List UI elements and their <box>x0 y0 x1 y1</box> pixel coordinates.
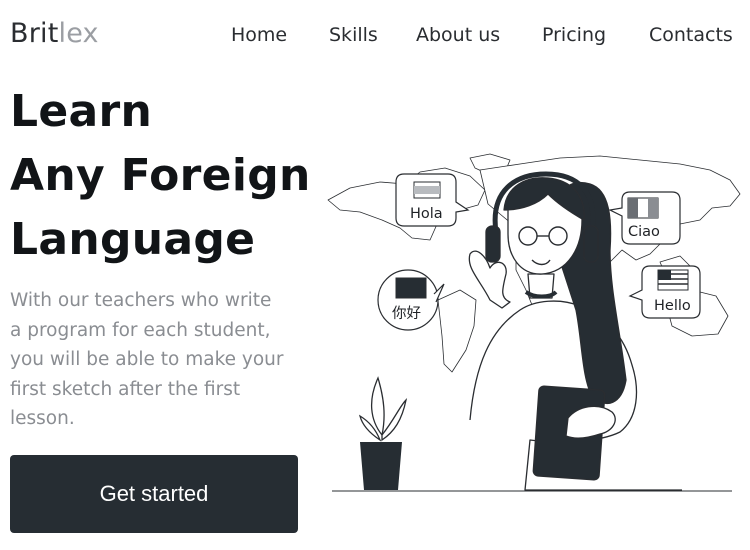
greeting-text: Hola <box>410 206 443 222</box>
hero-description-line: first sketch after the first <box>10 378 241 400</box>
nav-link-home[interactable]: Home <box>231 22 287 48</box>
potted-plant <box>358 376 408 490</box>
greeting-text: Hello <box>654 298 691 314</box>
hero-title-line: Any Foreign <box>10 150 311 201</box>
hero-title: Learn Any Foreign Language <box>10 80 311 272</box>
nav-link-about-us[interactable]: About us <box>416 22 500 48</box>
nav-link-skills[interactable]: Skills <box>329 22 378 48</box>
hero-description-line: you will be able to make your <box>10 349 284 370</box>
language-learning-illustration: Hola Ciao 你好 Hello <box>327 153 741 492</box>
hero-description-line: a program for each student, <box>10 319 271 341</box>
nav-link-pricing[interactable]: Pricing <box>542 22 606 48</box>
hero-description: With our teachers who write a program fo… <box>10 286 310 434</box>
greeting-text: Ciao <box>628 224 660 240</box>
hero-title-line: Language <box>10 214 256 265</box>
flag-icon <box>395 277 427 299</box>
hero-description-line: lesson. <box>10 408 75 429</box>
get-started-button[interactable]: Get started <box>10 455 298 533</box>
nav-link-contacts[interactable]: Contacts <box>649 22 733 48</box>
landing-page: Britlex Home Skills About us Pricing Con… <box>0 0 750 550</box>
speech-bubble-chinese: 你好 <box>377 269 445 331</box>
speech-bubble-english: Hello <box>628 265 701 319</box>
hero-description-line: With our teachers who write <box>10 290 272 311</box>
main-nav: Home Skills About us Pricing Contacts <box>0 22 750 48</box>
hero-title-line: Learn <box>10 86 153 137</box>
greeting-text: 你好 <box>392 305 421 322</box>
